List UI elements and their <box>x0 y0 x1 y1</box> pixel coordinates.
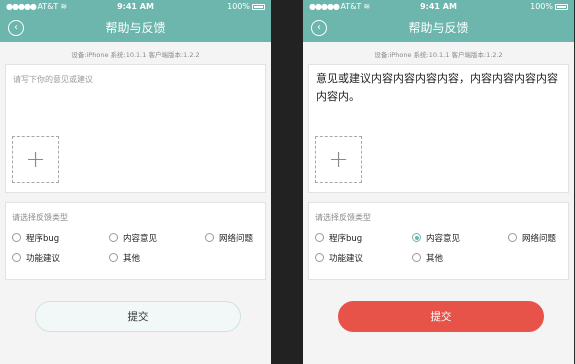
option-network[interactable]: 网络问题 <box>508 232 556 244</box>
option-program-bug[interactable]: 程序bug <box>315 232 362 244</box>
option-label: 其他 <box>426 254 444 264</box>
device-info: 设备:iPhone 系统:10.1.1 客户端版本:1.2.2 <box>71 51 200 59</box>
battery-status: 100% <box>227 0 265 13</box>
option-content[interactable]: 内容意见 <box>412 232 460 244</box>
feedback-type-label: 请选择反馈类型 <box>315 213 371 222</box>
add-photo-button[interactable]: + <box>315 136 362 183</box>
feedback-placeholder: 请写下你的意见或建议 <box>13 75 93 84</box>
option-other[interactable]: 其他 <box>412 252 443 264</box>
divider <box>271 0 303 364</box>
option-feature[interactable]: 功能建议 <box>12 252 60 264</box>
status-bar: ●●●●● AT&T ≋ 9:41 AM 100% <box>303 0 574 13</box>
radio-icon <box>109 233 118 242</box>
radio-icon <box>315 253 324 262</box>
option-label: 内容意见 <box>123 234 158 244</box>
phone-screen-filled: ●●●●● AT&T ≋ 9:41 AM 100% ‹ 帮助与反馈 设备:iPho… <box>303 0 574 364</box>
feedback-type-group: 请选择反馈类型 程序bug 内容意见 网络问题 功能建议 其他 <box>308 202 569 280</box>
battery-label: 100% <box>227 2 250 11</box>
option-network[interactable]: 网络问题 <box>205 232 253 244</box>
page-title: 帮助与反馈 <box>408 21 469 35</box>
option-program-bug[interactable]: 程序bug <box>12 232 59 244</box>
battery-icon <box>252 3 265 10</box>
status-bar: ●●●●● AT&T ≋ 9:41 AM 100% <box>0 0 271 13</box>
feedback-type-label: 请选择反馈类型 <box>12 213 68 222</box>
option-label: 程序bug <box>329 234 363 244</box>
battery-icon <box>555 3 568 10</box>
radio-icon <box>109 253 118 262</box>
submit-button[interactable]: 提交 <box>35 301 241 332</box>
page-title: 帮助与反馈 <box>105 21 166 35</box>
radio-checked-icon <box>412 233 421 242</box>
option-other[interactable]: 其他 <box>109 252 140 264</box>
radio-icon <box>205 233 214 242</box>
radio-icon <box>12 233 21 242</box>
nav-header: ●●●●● AT&T ≋ 9:41 AM 100% ‹ 帮助与反馈 <box>0 0 271 42</box>
submit-button[interactable]: 提交 <box>338 301 544 332</box>
option-content[interactable]: 内容意见 <box>109 232 157 244</box>
radio-icon <box>412 253 421 262</box>
radio-icon <box>508 233 517 242</box>
option-label: 功能建议 <box>329 254 364 264</box>
add-photo-button[interactable]: + <box>12 136 59 183</box>
nav-header: ●●●●● AT&T ≋ 9:41 AM 100% ‹ 帮助与反馈 <box>303 0 574 42</box>
option-label: 其他 <box>123 254 141 264</box>
option-label: 功能建议 <box>26 254 61 264</box>
phone-screen-empty: ●●●●● AT&T ≋ 9:41 AM 100% ‹ 帮助与反馈 设备:iPho… <box>0 0 271 364</box>
option-feature[interactable]: 功能建议 <box>315 252 363 264</box>
option-label: 程序bug <box>26 234 60 244</box>
plus-icon: + <box>328 145 349 173</box>
radio-icon <box>315 233 324 242</box>
radio-icon <box>12 253 21 262</box>
option-label: 网络问题 <box>522 234 557 244</box>
option-label: 内容意见 <box>426 234 461 244</box>
feedback-input[interactable]: 请写下你的意见或建议 + <box>5 64 266 193</box>
device-info: 设备:iPhone 系统:10.1.1 客户端版本:1.2.2 <box>374 51 503 59</box>
option-label: 网络问题 <box>219 234 254 244</box>
plus-icon: + <box>25 145 46 173</box>
battery-label: 100% <box>530 2 553 11</box>
battery-status: 100% <box>530 0 568 13</box>
feedback-text[interactable]: 意见或建议内容内容内容内容，内容内容内容内容内容内。 <box>316 70 561 106</box>
feedback-type-group: 请选择反馈类型 程序bug 内容意见 网络问题 功能建议 其他 <box>5 202 266 280</box>
feedback-input[interactable]: 意见或建议内容内容内容内容，内容内容内容内容内容内。 + <box>308 64 569 193</box>
